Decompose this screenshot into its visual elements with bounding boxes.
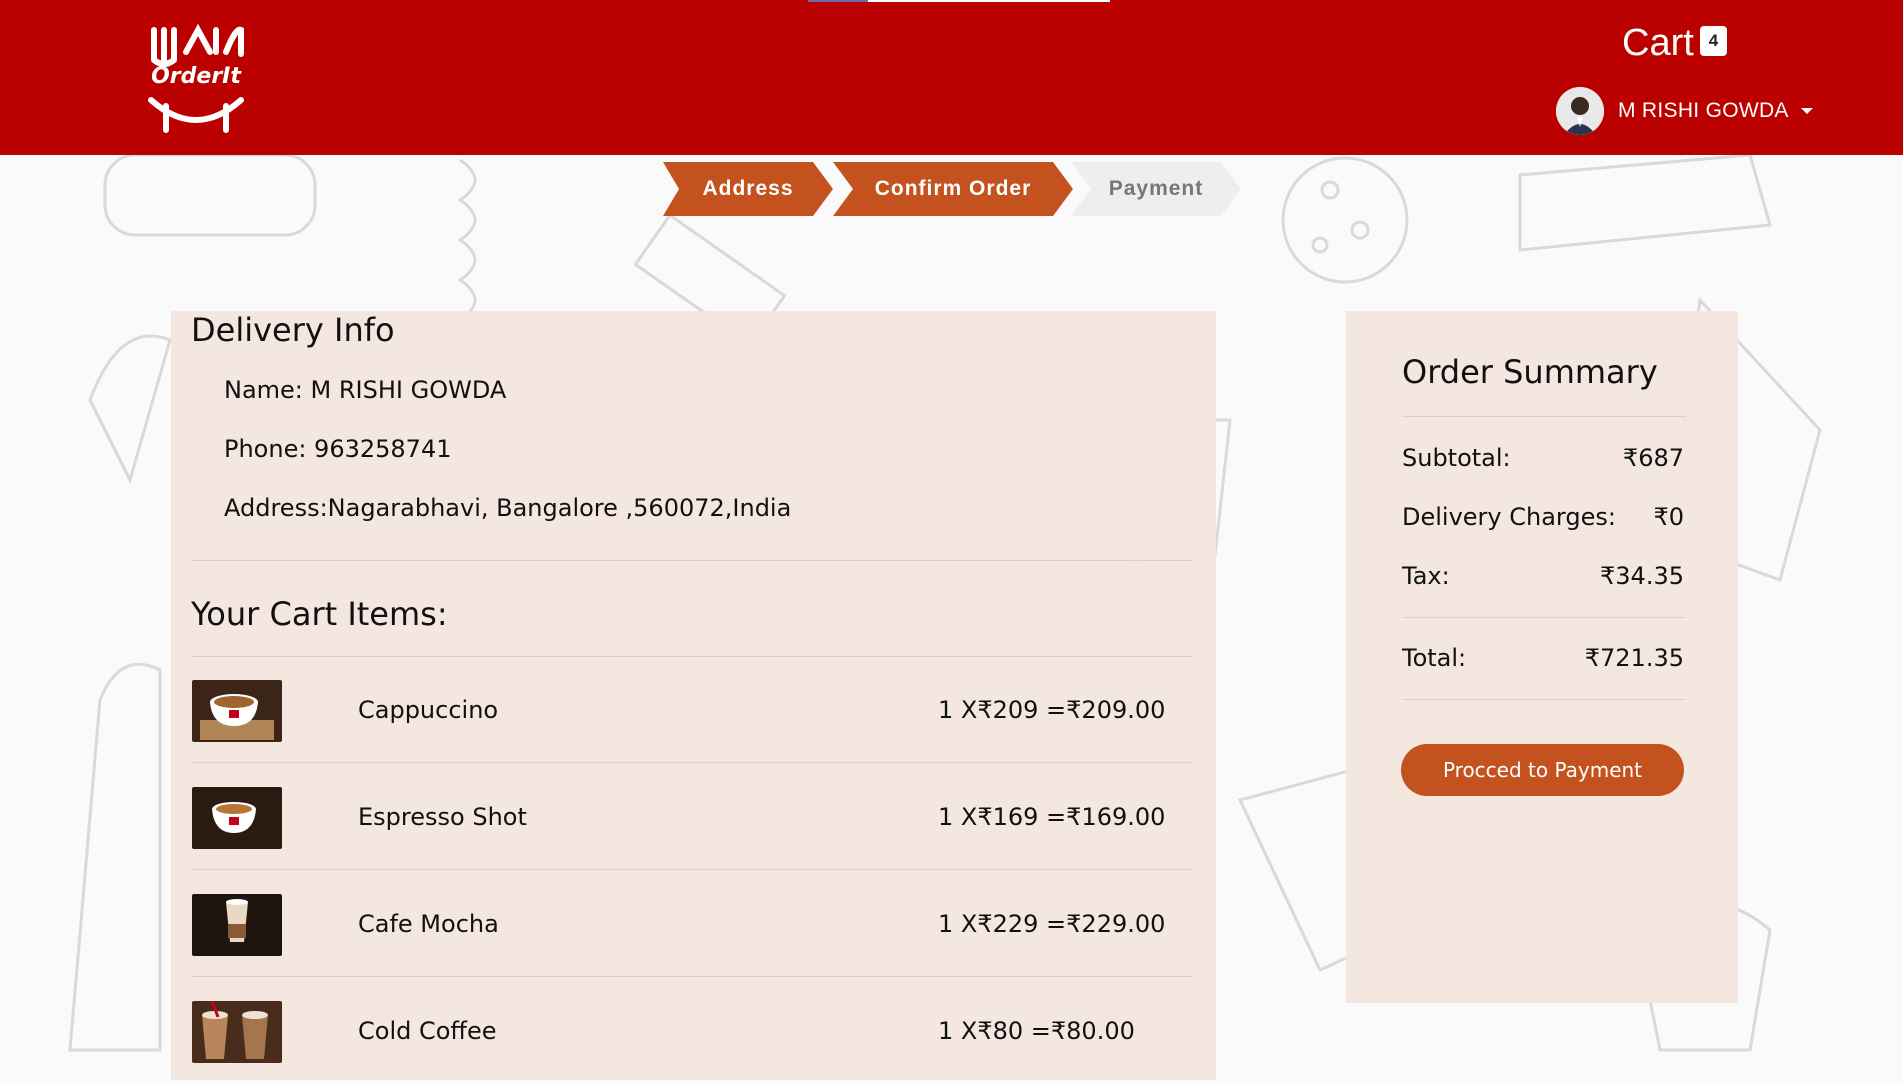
subtotal-value: ₹687 xyxy=(1622,444,1684,472)
user-name: M RISHI GOWDA xyxy=(1618,99,1789,122)
top-navbar: OrderIt Cart 4 M RISHI GOWDA xyxy=(0,0,1903,155)
cafe-mocha-thumbnail[interactable] xyxy=(192,894,282,956)
spring-doodle-icon xyxy=(457,158,477,322)
delivery-name: Name: M RISHI GOWDA xyxy=(224,376,507,404)
order-summary-panel: Order Summary Subtotal: ₹687 Delivery Ch… xyxy=(1346,311,1738,1003)
step-address[interactable]: Address xyxy=(663,162,833,216)
cart-item: Cappuccino 1 X₹209 =₹209.00 xyxy=(192,656,1192,763)
cart-item-name: Espresso Shot xyxy=(358,803,527,831)
subtotal-label: Subtotal: xyxy=(1402,444,1511,472)
user-menu-toggle[interactable]: M RISHI GOWDA xyxy=(1556,86,1813,136)
cart-item-name: Cafe Mocha xyxy=(358,910,499,938)
user-avatar xyxy=(1556,87,1604,135)
page-loading-bar xyxy=(808,0,1110,2)
total-value: ₹721.35 xyxy=(1584,644,1684,672)
cart-item: Cold Coffee 1 X₹80 =₹80.00 xyxy=(192,977,1192,1084)
divider xyxy=(1402,617,1686,618)
step-confirm-order[interactable]: Confirm Order xyxy=(833,162,1073,216)
chevron-down-icon xyxy=(1800,108,1813,114)
delivery-info-title: Delivery Info xyxy=(191,311,395,349)
cart-item-price: 1 X₹209 =₹209.00 xyxy=(938,696,1166,724)
cart-item: Cafe Mocha 1 X₹229 =₹229.00 xyxy=(192,870,1192,977)
hotdog-doodle-icon xyxy=(88,334,172,485)
cappuccino-thumbnail[interactable] xyxy=(192,680,282,742)
cart-item-name: Cold Coffee xyxy=(358,1017,497,1045)
logo-text: OrderIt xyxy=(151,64,241,89)
cart-item-price: 1 X₹229 =₹229.00 xyxy=(938,910,1166,938)
divider xyxy=(192,560,1192,561)
order-summary-title: Order Summary xyxy=(1402,353,1658,391)
tax-value: ₹34.35 xyxy=(1600,562,1684,590)
delivery-phone: Phone: 963258741 xyxy=(224,435,452,463)
delivery-charges-label: Delivery Charges: xyxy=(1402,503,1616,531)
cart-count-badge: 4 xyxy=(1699,25,1728,56)
cart-item-price: 1 X₹80 =₹80.00 xyxy=(938,1017,1135,1045)
delivery-and-cart-panel: Delivery Info Name: M RISHI GOWDA Phone:… xyxy=(171,311,1216,1080)
total-label: Total: xyxy=(1402,644,1467,672)
tax-label: Tax: xyxy=(1402,562,1450,590)
cart-item-price: 1 X₹169 =₹169.00 xyxy=(938,803,1166,831)
bread-doodle-icon xyxy=(103,153,317,237)
delivery-address: Address:Nagarabhavi, Bangalore ,560072,I… xyxy=(224,494,792,522)
step-payment: Payment xyxy=(1071,162,1241,216)
cart-item-name: Cappuccino xyxy=(358,696,499,724)
delivery-charges-value: ₹0 xyxy=(1653,503,1684,531)
cart-item: Espresso Shot 1 X₹169 =₹169.00 xyxy=(192,763,1192,870)
cake-slice-doodle-icon xyxy=(1518,153,1772,252)
cart-label: Cart xyxy=(1622,22,1694,64)
divider xyxy=(1402,416,1686,417)
cart-link[interactable]: Cart 4 xyxy=(1622,22,1728,70)
cold-coffee-thumbnail[interactable] xyxy=(192,1001,282,1063)
proceed-to-payment-button[interactable]: Procced to Payment xyxy=(1401,744,1684,796)
cookie-doodle-icon xyxy=(1281,156,1409,284)
bottle-doodle-icon xyxy=(68,662,162,1052)
cart-items-title: Your Cart Items: xyxy=(191,595,448,633)
divider xyxy=(1402,699,1686,700)
espresso-thumbnail[interactable] xyxy=(192,787,282,849)
